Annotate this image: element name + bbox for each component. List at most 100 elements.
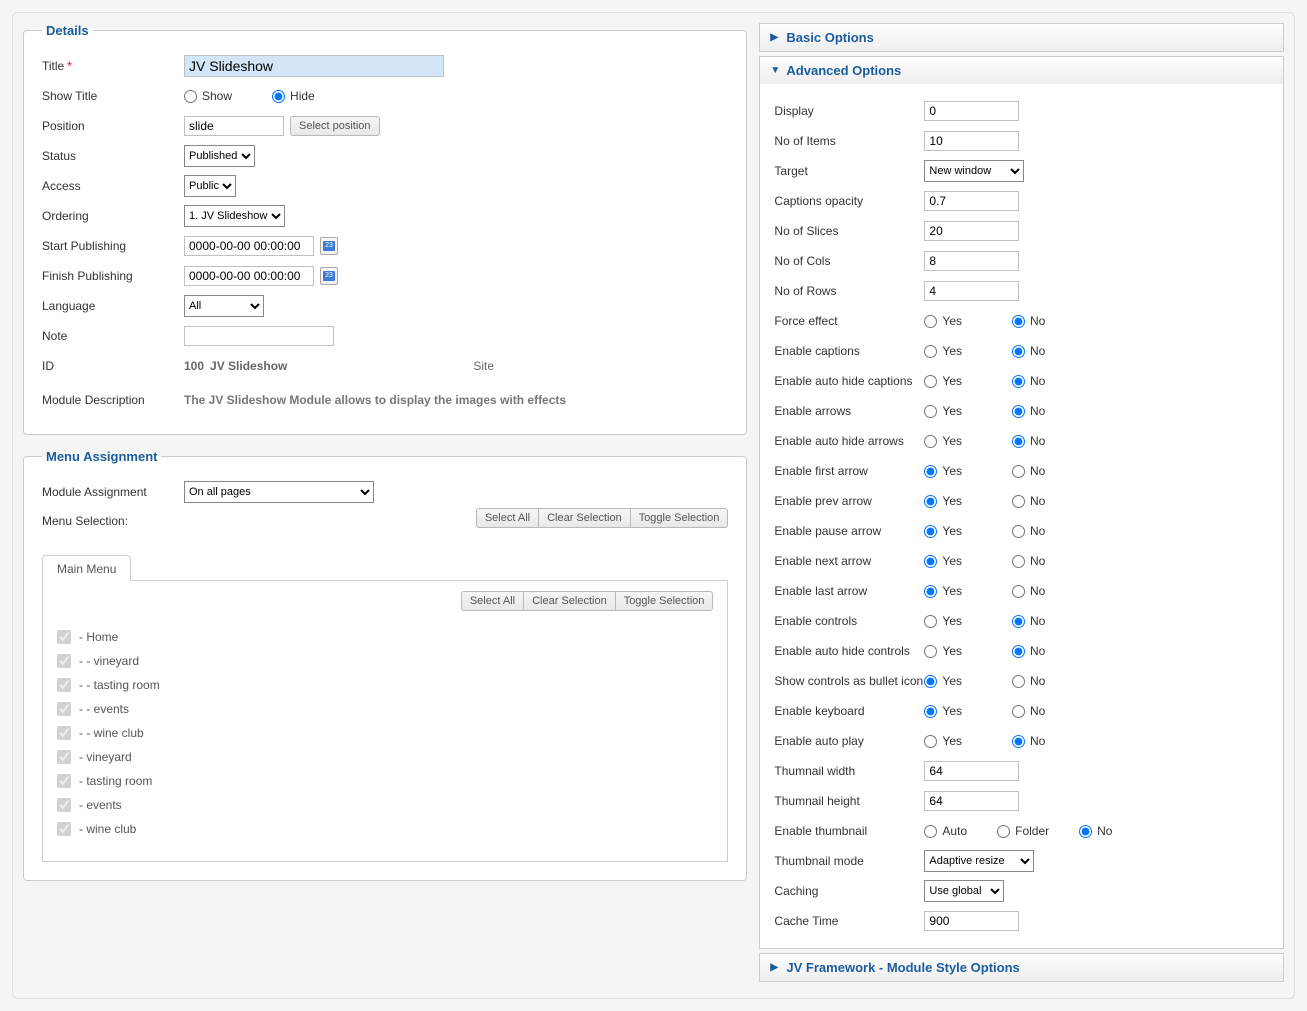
enable-auto-play-no-radio[interactable] (1012, 735, 1025, 748)
title-input[interactable] (184, 55, 444, 77)
menu-item-label: - - tasting room (79, 678, 160, 692)
enable-auto-hide-captions-yes-radio[interactable] (924, 375, 937, 388)
menu-item-checkbox[interactable] (57, 726, 71, 740)
enable-pause-arrow-no-radio[interactable] (1012, 525, 1025, 538)
cache-time-input[interactable] (924, 911, 1019, 931)
enable-keyboard-no-radio[interactable] (1012, 705, 1025, 718)
tab-main-menu[interactable]: Main Menu (42, 555, 131, 581)
show-title-hide-radio[interactable] (272, 90, 285, 103)
enable-auto-hide-captions-no-radio[interactable] (1012, 375, 1025, 388)
calendar-icon[interactable]: 23 (320, 267, 338, 285)
enable-auto-hide-arrows-no-radio[interactable] (1012, 435, 1025, 448)
option-row-enable-prev-arrow: Enable prev arrowYesNo (774, 486, 1269, 516)
show-title-show-radio[interactable] (184, 90, 197, 103)
menu-item-checkbox[interactable] (57, 630, 71, 644)
captions-opacity-input[interactable] (924, 191, 1019, 211)
enable-first-arrow-yes-radio[interactable] (924, 465, 937, 478)
thumb-height-input[interactable] (924, 791, 1019, 811)
clear-selection-button[interactable]: Clear Selection (523, 591, 616, 611)
enable-first-arrow-no-radio[interactable] (1012, 465, 1025, 478)
enable-captions-yes-radio[interactable] (924, 345, 937, 358)
access-select[interactable]: Public (184, 175, 236, 197)
status-label: Status (42, 149, 184, 163)
enable-auto-play-yes-radio[interactable] (924, 735, 937, 748)
finish-publishing-input[interactable] (184, 266, 314, 286)
menu-item-checkbox[interactable] (57, 702, 71, 716)
menu-item-label: - tasting room (79, 774, 152, 788)
calendar-icon[interactable]: 23 (320, 237, 338, 255)
enable-next-arrow-no-radio[interactable] (1012, 555, 1025, 568)
chevron-right-icon: ▶ (770, 32, 780, 43)
module-assignment-select[interactable]: On all pages (184, 481, 374, 503)
position-input[interactable] (184, 116, 284, 136)
basic-options-panel: ▶ Basic Options (759, 23, 1284, 52)
option-row-force-effect: Force effectYesNo (774, 306, 1269, 336)
menu-item-checkbox[interactable] (57, 822, 71, 836)
force-effect-no-radio[interactable] (1012, 315, 1025, 328)
force-effect-yes-radio[interactable] (924, 315, 937, 328)
option-row-no-slices: No of Slices (774, 216, 1269, 246)
menu-item: - events (57, 793, 713, 817)
framework-options-header[interactable]: ▶ JV Framework - Module Style Options (760, 954, 1283, 981)
no-rows-input[interactable] (924, 281, 1019, 301)
target-select[interactable]: New window (924, 160, 1024, 182)
chevron-right-icon: ▶ (770, 962, 780, 973)
menu-selection-actions-inner: Select All Clear Selection Toggle Select… (461, 591, 714, 611)
enable-next-arrow-yes-radio[interactable] (924, 555, 937, 568)
menu-item-checkbox[interactable] (57, 774, 71, 788)
enable-prev-arrow-yes-radio[interactable] (924, 495, 937, 508)
option-row-enable-pause-arrow: Enable pause arrowYesNo (774, 516, 1269, 546)
toggle-selection-button[interactable]: Toggle Selection (630, 508, 729, 528)
advanced-options-header[interactable]: ▼ Advanced Options (760, 57, 1283, 84)
menu-item-label: - - events (79, 702, 129, 716)
status-select[interactable]: Published (184, 145, 255, 167)
enable-prev-arrow-no-radio[interactable] (1012, 495, 1025, 508)
basic-options-header[interactable]: ▶ Basic Options (760, 24, 1283, 51)
enable-last-arrow-no-radio[interactable] (1012, 585, 1025, 598)
option-row-captions-opacity: Captions opacity (774, 186, 1269, 216)
clear-selection-button[interactable]: Clear Selection (538, 508, 631, 528)
language-select[interactable]: All (184, 295, 264, 317)
option-label: Enable auto hide captions (774, 374, 924, 388)
enable-arrows-yes-radio[interactable] (924, 405, 937, 418)
no-items-input[interactable] (924, 131, 1019, 151)
enable-thumbnail-auto-radio[interactable] (924, 825, 937, 838)
thumbnail-mode-select[interactable]: Adaptive resize (924, 850, 1034, 872)
enable-captions-no-radio[interactable] (1012, 345, 1025, 358)
display-input[interactable] (924, 101, 1019, 121)
caching-select[interactable]: Use global (924, 880, 1004, 902)
menu-item-checkbox[interactable] (57, 678, 71, 692)
select-all-button[interactable]: Select All (476, 508, 539, 528)
enable-thumbnail-no-radio[interactable] (1079, 825, 1092, 838)
menu-item-checkbox[interactable] (57, 798, 71, 812)
finish-publishing-label: Finish Publishing (42, 269, 184, 283)
show-controls-bullet-no-radio[interactable] (1012, 675, 1025, 688)
ordering-label: Ordering (42, 209, 184, 223)
option-row-thumb-width: Thumnail width (774, 756, 1269, 786)
enable-auto-hide-controls-no-radio[interactable] (1012, 645, 1025, 658)
show-controls-bullet-yes-radio[interactable] (924, 675, 937, 688)
option-label: Enable controls (774, 614, 924, 628)
enable-auto-hide-arrows-yes-radio[interactable] (924, 435, 937, 448)
enable-keyboard-yes-radio[interactable] (924, 705, 937, 718)
access-label: Access (42, 179, 184, 193)
no-slices-input[interactable] (924, 221, 1019, 241)
enable-pause-arrow-yes-radio[interactable] (924, 525, 937, 538)
option-label: Thumbnail mode (774, 854, 924, 868)
enable-thumbnail-folder-radio[interactable] (997, 825, 1010, 838)
enable-last-arrow-yes-radio[interactable] (924, 585, 937, 598)
start-publishing-input[interactable] (184, 236, 314, 256)
toggle-selection-button[interactable]: Toggle Selection (615, 591, 714, 611)
no-cols-input[interactable] (924, 251, 1019, 271)
select-position-button[interactable]: Select position (290, 116, 380, 136)
select-all-button[interactable]: Select All (461, 591, 524, 611)
note-input[interactable] (184, 326, 334, 346)
enable-controls-yes-radio[interactable] (924, 615, 937, 628)
enable-arrows-no-radio[interactable] (1012, 405, 1025, 418)
menu-item-checkbox[interactable] (57, 750, 71, 764)
thumb-width-input[interactable] (924, 761, 1019, 781)
menu-item-checkbox[interactable] (57, 654, 71, 668)
enable-controls-no-radio[interactable] (1012, 615, 1025, 628)
enable-auto-hide-controls-yes-radio[interactable] (924, 645, 937, 658)
ordering-select[interactable]: 1. JV Slideshow (184, 205, 285, 227)
